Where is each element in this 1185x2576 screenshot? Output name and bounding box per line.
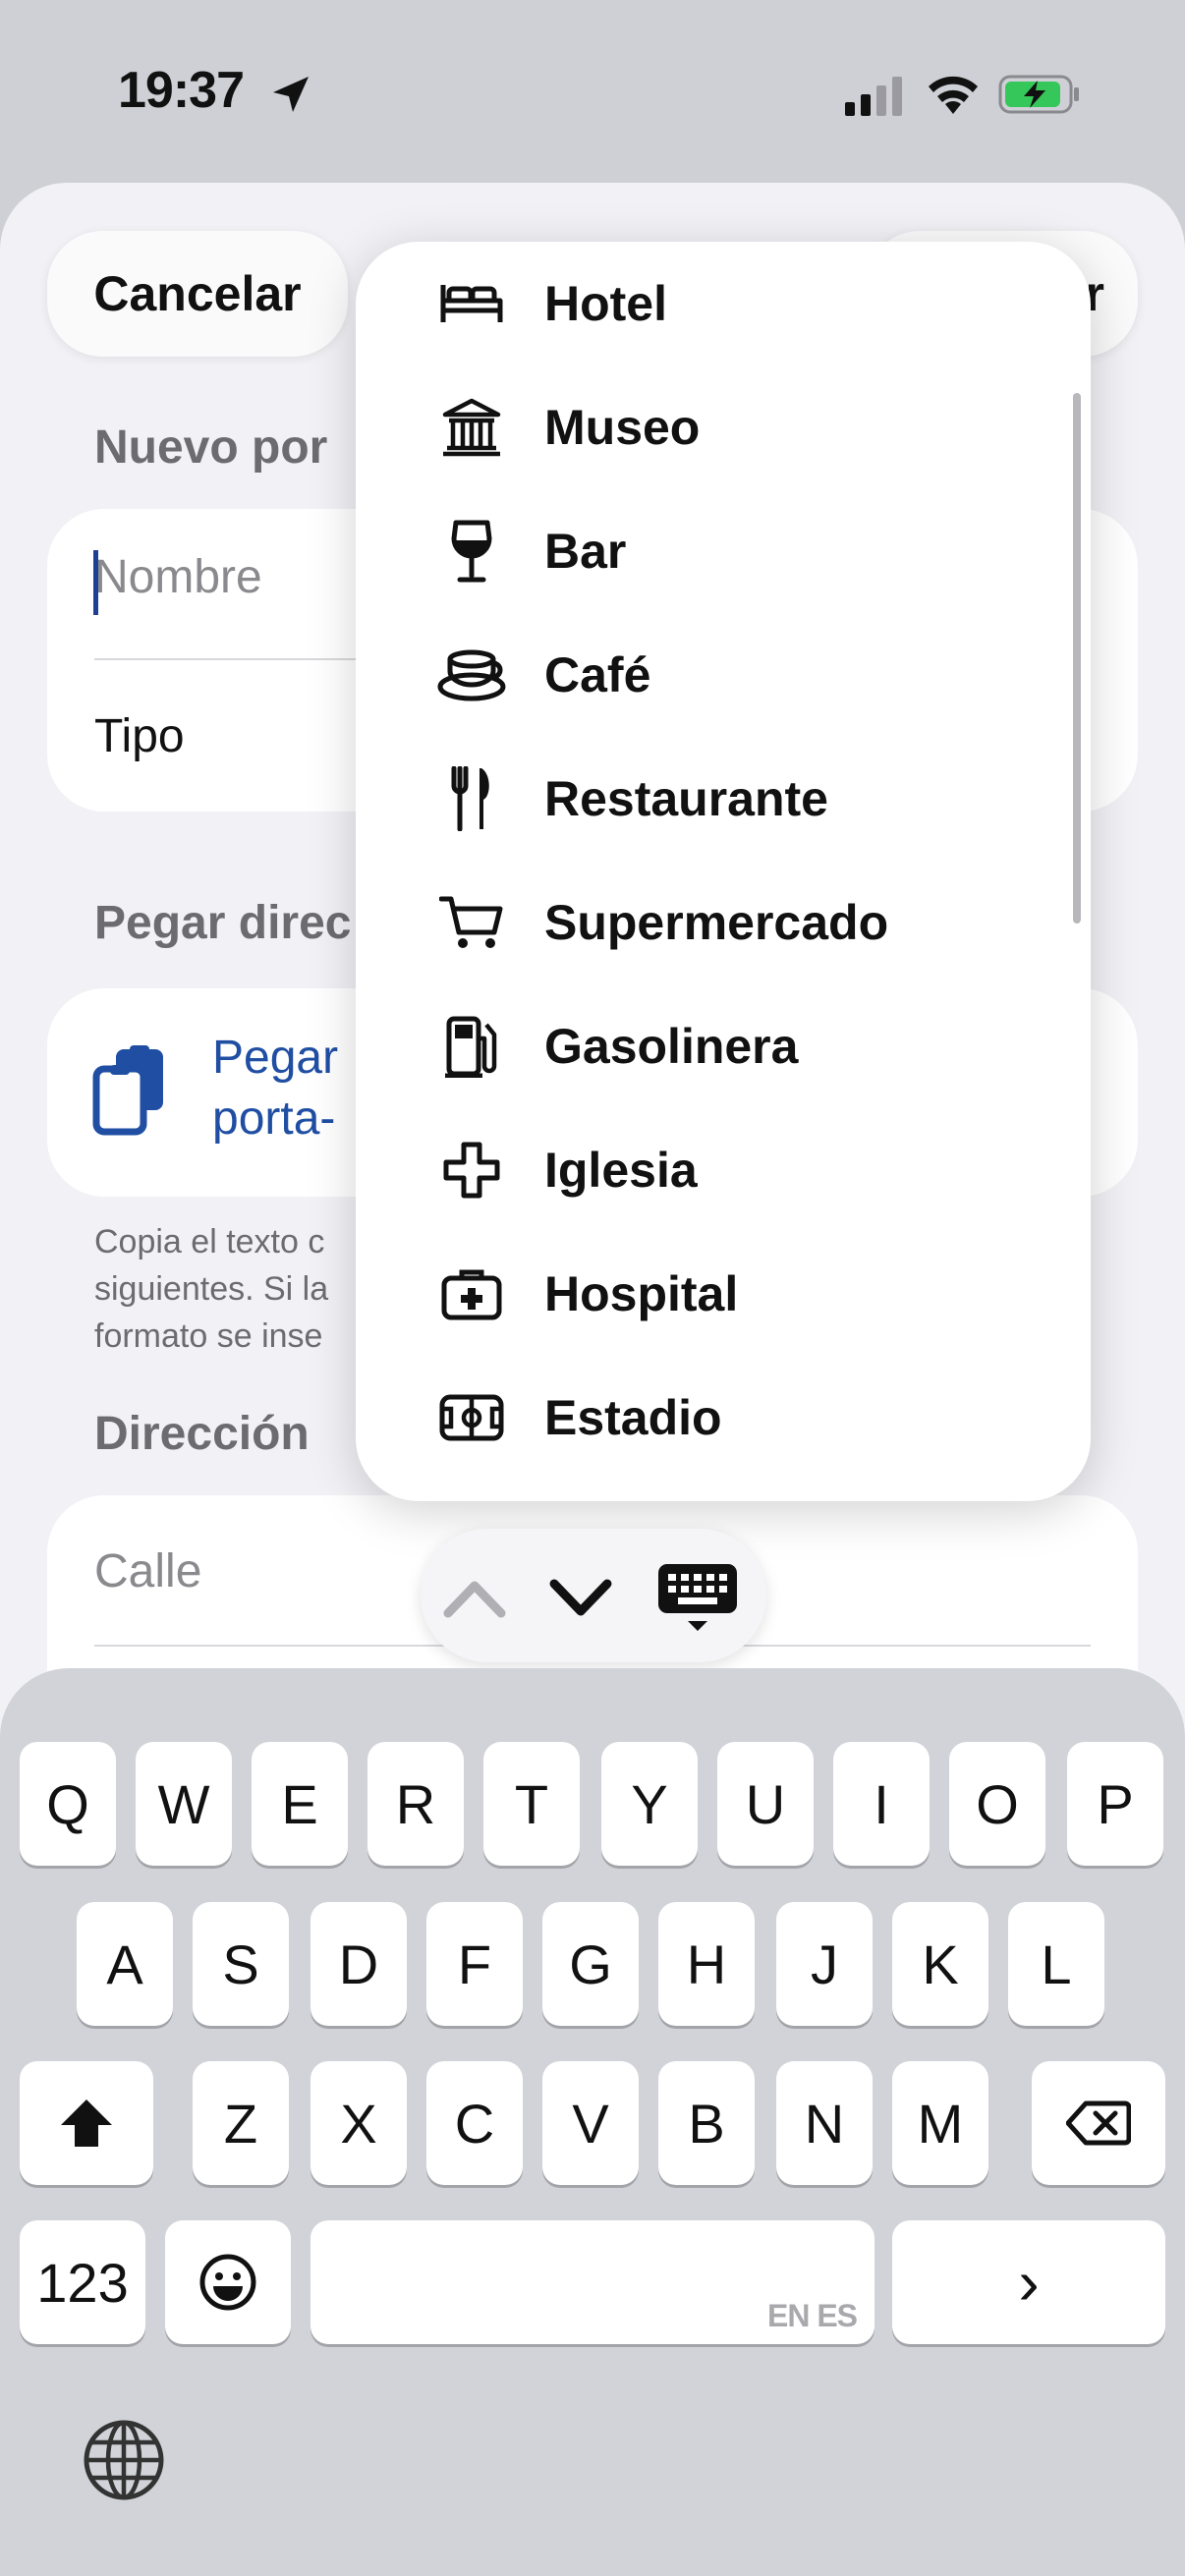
key-s[interactable]: S (193, 1902, 289, 2026)
globe-icon[interactable] (81, 2417, 167, 2503)
wifi-icon (929, 76, 978, 114)
key-a[interactable]: A (77, 1902, 173, 2026)
menu-scrollbar[interactable] (1073, 393, 1081, 924)
menu-item-label: Supermercado (544, 895, 889, 950)
section-header-paste-address: Pegar direc (94, 897, 352, 949)
key-v[interactable]: V (542, 2061, 639, 2185)
cellular-signal-icon (845, 77, 902, 116)
key-p[interactable]: P (1067, 1742, 1163, 1866)
museum-icon (436, 392, 507, 463)
status-time: 19:37 (118, 62, 245, 119)
menu-item-iglesia[interactable]: Iglesia (356, 1108, 1091, 1232)
key-w[interactable]: W (136, 1742, 232, 1866)
key-l[interactable]: L (1008, 1902, 1104, 2026)
menu-item-label: Hotel (544, 276, 667, 331)
fuel-pump-icon (436, 1011, 507, 1082)
street-input[interactable]: Calle (94, 1544, 201, 1598)
key-t[interactable]: T (483, 1742, 580, 1866)
cancel-button[interactable]: Cancelar (47, 231, 348, 357)
emoji-icon (199, 2254, 256, 2311)
medical-bag-icon (436, 1259, 507, 1329)
menu-item-supermercado[interactable]: Supermercado (356, 861, 1091, 984)
key-b[interactable]: B (658, 2061, 755, 2185)
footnote-line: formato se inse (94, 1317, 323, 1355)
footnote-line: siguientes. Si la (94, 1270, 329, 1308)
emoji-key[interactable] (165, 2220, 291, 2344)
key-u[interactable]: U (717, 1742, 814, 1866)
key-n[interactable]: N (776, 2061, 873, 2185)
menu-item-label: Estadio (544, 1390, 722, 1445)
chevron-up-icon[interactable] (440, 1568, 509, 1627)
next-key[interactable]: › (892, 2220, 1165, 2344)
key-d[interactable]: D (310, 1902, 407, 2026)
key-x[interactable]: X (310, 2061, 407, 2185)
menu-item-museo[interactable]: Museo (356, 365, 1091, 489)
space-key[interactable]: EN ES (310, 2220, 875, 2344)
menu-item-label: Hospital (544, 1266, 739, 1321)
menu-item-label: Museo (544, 400, 701, 455)
key-m[interactable]: M (892, 2061, 988, 2185)
key-y[interactable]: Y (601, 1742, 698, 1866)
menu-item-restaurante[interactable]: Restaurante (356, 737, 1091, 861)
text-caret (93, 550, 98, 615)
space-language-indicator: EN ES (766, 2298, 858, 2333)
footnote-line: Copia el texto c (94, 1223, 325, 1260)
keyboard-dismiss-icon[interactable] (654, 1560, 741, 1637)
shift-key[interactable] (20, 2061, 153, 2185)
menu-item-label: Gasolinera (544, 1019, 799, 1074)
section-header-address: Dirección (94, 1408, 310, 1460)
key-r[interactable]: R (367, 1742, 464, 1866)
key-i[interactable]: I (833, 1742, 930, 1866)
menu-item-bar[interactable]: Bar (356, 489, 1091, 613)
paste-footnote: Copia el texto c siguientes. Si la forma… (94, 1218, 354, 1360)
coffee-cup-icon (436, 640, 507, 710)
menu-item-label: Bar (544, 524, 627, 579)
menu-item-hospital[interactable]: Hospital (356, 1232, 1091, 1356)
numbers-key[interactable]: 123 (20, 2220, 145, 2344)
key-c[interactable]: C (426, 2061, 523, 2185)
clipboard-icon (92, 1045, 163, 1136)
menu-item-label: Restaurante (544, 771, 828, 826)
key-q[interactable]: Q (20, 1742, 116, 1866)
wine-glass-icon (436, 516, 507, 587)
location-arrow-icon (273, 77, 309, 112)
menu-item-hotel[interactable]: Hotel (356, 242, 1091, 365)
key-k[interactable]: K (892, 1902, 988, 2026)
menu-item-label: Iglesia (544, 1143, 698, 1198)
menu-item-label: Café (544, 647, 651, 702)
type-selector[interactable]: Tipo (94, 709, 185, 763)
cross-icon (436, 1135, 507, 1205)
shift-icon (61, 2100, 112, 2147)
key-j[interactable]: J (776, 1902, 873, 2026)
section-header-new-place: Nuevo por (94, 421, 328, 474)
key-g[interactable]: G (542, 1902, 639, 2026)
delete-key[interactable] (1032, 2061, 1165, 2185)
key-h[interactable]: H (658, 1902, 755, 2026)
paste-button-label: Pegar porta- (212, 1032, 339, 1145)
menu-item-estadio[interactable]: Estadio (356, 1356, 1091, 1480)
backspace-icon (1066, 2100, 1131, 2146)
name-input[interactable]: Nombre (94, 550, 262, 604)
key-z[interactable]: Z (193, 2061, 289, 2185)
key-e[interactable]: E (252, 1742, 348, 1866)
bed-icon (436, 268, 507, 339)
type-menu: Hotel Museo Bar Café Restaurante Superme… (356, 242, 1091, 1501)
cart-icon (436, 887, 507, 958)
key-f[interactable]: F (426, 1902, 523, 2026)
menu-item-gasolinera[interactable]: Gasolinera (356, 984, 1091, 1108)
fork-knife-icon (436, 763, 507, 834)
stadium-icon (436, 1382, 507, 1453)
key-o[interactable]: O (949, 1742, 1045, 1866)
battery-charging-icon (998, 75, 1079, 114)
chevron-down-icon[interactable] (546, 1568, 615, 1627)
menu-item-cafe[interactable]: Café (356, 613, 1091, 737)
